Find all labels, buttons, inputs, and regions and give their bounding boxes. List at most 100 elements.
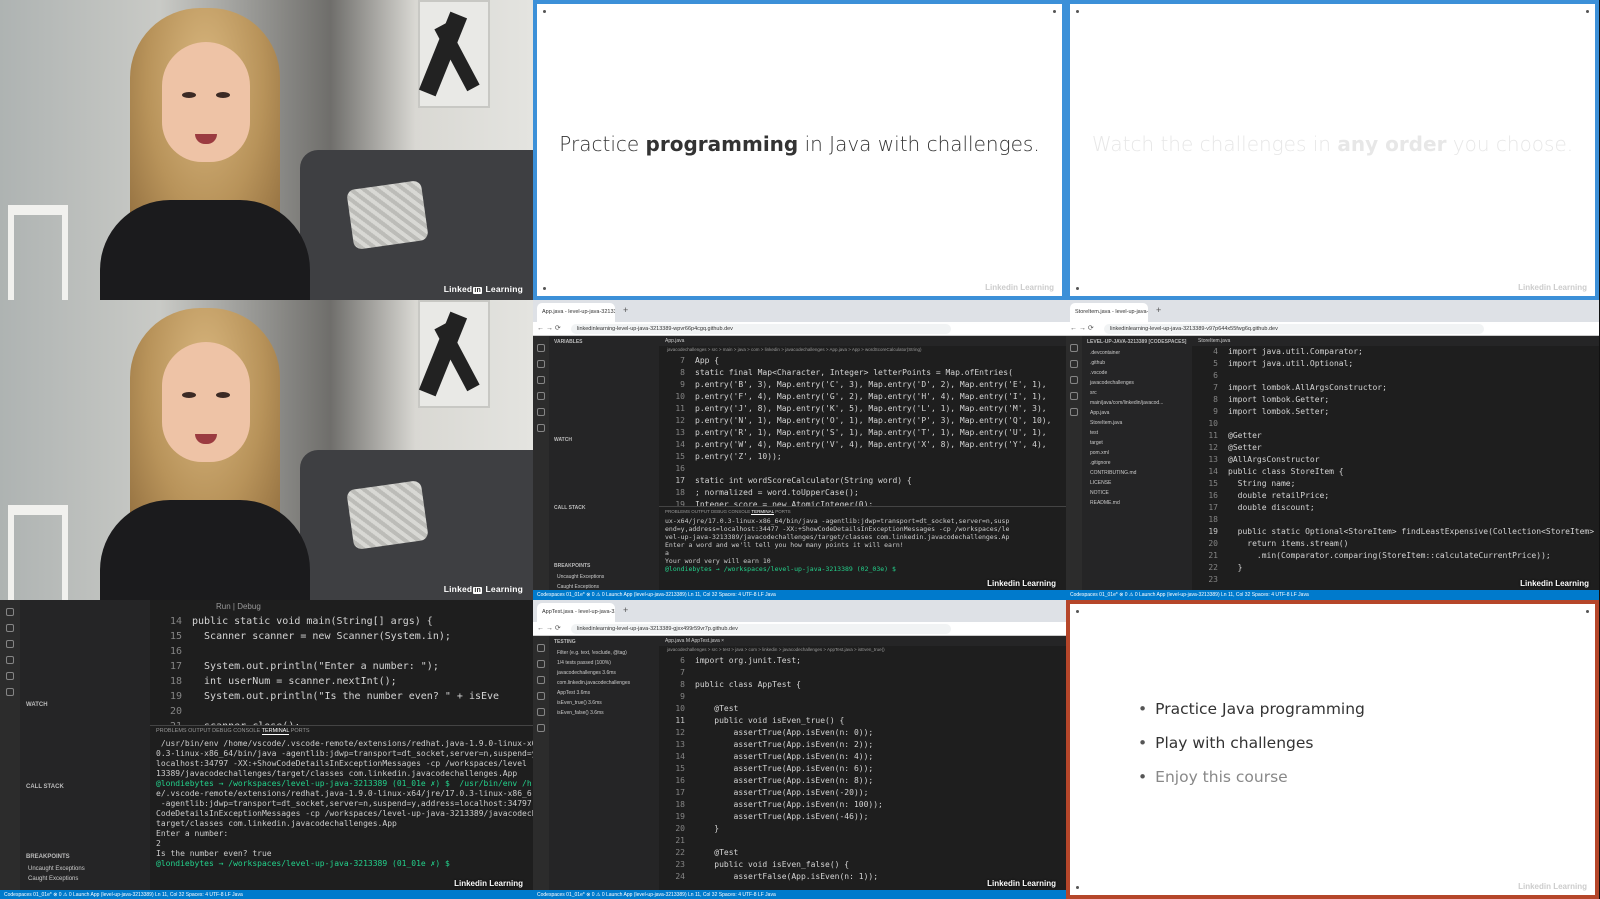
watch-header[interactable]: WATCH (20, 698, 150, 712)
source-control-icon[interactable] (537, 676, 545, 684)
slide-any-order[interactable]: Watch the challenges in any order you ch… (1066, 0, 1599, 300)
line-number[interactable]: 15 (659, 763, 685, 775)
code-line[interactable]: 22 } (1192, 562, 1599, 574)
code-line[interactable]: 17 assertTrue(App.isEven(-20)); (659, 787, 1066, 799)
code-line[interactable]: 7 import lombok.AllArgsConstructor; (1192, 382, 1599, 394)
extensions-icon[interactable] (6, 672, 14, 680)
line-number[interactable]: 7 (1192, 382, 1218, 394)
code-line[interactable]: 20 } (659, 823, 1066, 835)
source-control-icon[interactable] (6, 640, 14, 648)
url-field[interactable]: linkedinlearning-level-up-java-3213389-g… (571, 624, 951, 634)
sidebar-item[interactable]: .devcontainer (1082, 348, 1192, 358)
line-number[interactable]: 15 (150, 629, 182, 644)
line-number[interactable]: 23 (659, 859, 685, 871)
code-line[interactable]: 18 assertTrue(App.isEven(n: 100)); (659, 799, 1066, 811)
url-field[interactable]: linkedinlearning-level-up-java-3213389-v… (1104, 324, 1484, 334)
code-line[interactable]: 18 int userNum = scanner.nextInt(); (150, 674, 533, 689)
line-number[interactable]: 20 (1192, 538, 1218, 550)
sidebar-item[interactable]: .gitignore (1082, 458, 1192, 468)
sidebar-item[interactable]: test (1082, 428, 1192, 438)
line-number[interactable]: 11 (1192, 430, 1218, 442)
line-number[interactable]: 14 (1192, 466, 1218, 478)
line-number[interactable]: 11 (659, 715, 685, 727)
code-line[interactable]: 15 String name; (1192, 478, 1599, 490)
files-icon[interactable] (537, 644, 545, 652)
breakpoints-header[interactable]: BREAKPOINTS (20, 850, 150, 864)
variables-header[interactable]: VARIABLES (549, 336, 659, 348)
line-number[interactable]: 15 (1192, 478, 1218, 490)
line-number[interactable]: 19 (150, 689, 182, 704)
line-number[interactable]: 11 (659, 403, 685, 415)
line-number[interactable]: 15 (659, 451, 685, 463)
line-number[interactable]: 12 (1192, 442, 1218, 454)
code-line[interactable]: 14 assertTrue(App.isEven(n: 4)); (659, 751, 1066, 763)
line-number[interactable]: 7 (659, 667, 685, 679)
code-line[interactable]: 13 @AllArgsConstructor (1192, 454, 1599, 466)
line-number[interactable]: 21 (1192, 550, 1218, 562)
panel-tabs[interactable]: PROBLEMS OUTPUT DEBUG CONSOLE TERMINAL P… (659, 507, 1066, 517)
sidebar-item[interactable]: pom.xml (1082, 448, 1192, 458)
files-icon[interactable] (537, 344, 545, 352)
browser-tab[interactable]: AppTest.java - level-up-java-3213389 (537, 603, 615, 622)
new-tab-icon[interactable]: + (623, 605, 628, 615)
line-number[interactable]: 13 (659, 739, 685, 751)
sidebar-item[interactable]: javacodechallenges (1082, 378, 1192, 388)
sidebar-item[interactable]: isEven_false() 3.6ms (549, 708, 659, 718)
code-line[interactable]: 6 import org.junit.Test; (659, 655, 1066, 667)
code-line[interactable]: 16 (150, 644, 533, 659)
code-line[interactable]: 16 assertTrue(App.isEven(n: 8)); (659, 775, 1066, 787)
sidebar-item[interactable]: StoreItem.java (1082, 418, 1192, 428)
debug-icon[interactable] (6, 656, 14, 664)
line-number[interactable]: 7 (659, 355, 685, 367)
search-icon[interactable] (537, 360, 545, 368)
line-number[interactable]: 18 (659, 487, 685, 499)
line-number[interactable]: 18 (150, 674, 182, 689)
sidebar-item[interactable]: LICENSE (1082, 478, 1192, 488)
line-number[interactable]: 8 (659, 679, 685, 691)
nav-arrows-icon[interactable]: ← → ⟳ (537, 624, 561, 632)
line-number[interactable]: 10 (659, 391, 685, 403)
code-line[interactable]: 15 Scanner scanner = new Scanner(System.… (150, 629, 533, 644)
code-line[interactable]: 12 assertTrue(App.isEven(n: 0)); (659, 727, 1066, 739)
line-number[interactable]: 14 (150, 614, 182, 629)
line-number[interactable]: 22 (1192, 562, 1218, 574)
code-line[interactable]: 15 assertTrue(App.isEven(n: 6)); (659, 763, 1066, 775)
code-editor[interactable]: App.java M AppTest.java × javacodechalle… (659, 636, 1066, 890)
line-number[interactable]: 13 (659, 427, 685, 439)
code-line[interactable]: 23 public void isEven_false() { (659, 859, 1066, 871)
code-line[interactable]: 18 ; normalized = word.toUpperCase(); (659, 487, 1066, 499)
nav-arrows-icon[interactable]: ← → ⟳ (537, 324, 561, 332)
extensions-icon[interactable] (537, 408, 545, 416)
new-tab-icon[interactable]: + (1156, 305, 1161, 315)
sidebar-header[interactable]: LEVEL-UP-JAVA-3213389 [CODESPACES] (1082, 336, 1192, 348)
files-icon[interactable] (6, 608, 14, 616)
line-number[interactable]: 16 (1192, 490, 1218, 502)
code-line[interactable]: 11 @Getter (1192, 430, 1599, 442)
terminal-output[interactable]: /usr/bin/env /home/vscode/.vscode-remote… (150, 739, 533, 869)
line-number[interactable]: 17 (659, 475, 685, 487)
line-number[interactable]: 12 (659, 727, 685, 739)
sidebar-item[interactable]: NOTICE (1082, 488, 1192, 498)
call-stack-header[interactable]: CALL STACK (549, 502, 659, 514)
remote-icon[interactable] (6, 688, 14, 696)
code-line[interactable]: 16 double retailPrice; (1192, 490, 1599, 502)
code-line[interactable]: 15 p.entry('Z', 10)); (659, 451, 1066, 463)
line-number[interactable]: 14 (659, 439, 685, 451)
sidebar-item[interactable]: App.java (1082, 408, 1192, 418)
line-number[interactable]: 12 (659, 415, 685, 427)
code-line[interactable]: 21 (659, 835, 1066, 847)
code-line[interactable]: 17 double discount; (1192, 502, 1599, 514)
line-number[interactable]: 5 (1192, 358, 1218, 370)
line-number[interactable]: 4 (1192, 346, 1218, 358)
line-number[interactable]: 16 (659, 775, 685, 787)
source-control-icon[interactable] (1070, 376, 1078, 384)
sidebar-item[interactable]: README.md (1082, 498, 1192, 508)
code-line[interactable]: 5 import java.util.Optional; (1192, 358, 1599, 370)
line-number[interactable]: 17 (1192, 502, 1218, 514)
line-number[interactable]: 16 (150, 644, 182, 659)
code-line[interactable]: 16 (659, 463, 1066, 475)
code-line[interactable]: 12 p.entry('N', 1), Map.entry('O', 1), Ma… (659, 415, 1066, 427)
sidebar-item[interactable]: target (1082, 438, 1192, 448)
testing-icon[interactable] (537, 724, 545, 732)
line-number[interactable]: 24 (659, 871, 685, 883)
